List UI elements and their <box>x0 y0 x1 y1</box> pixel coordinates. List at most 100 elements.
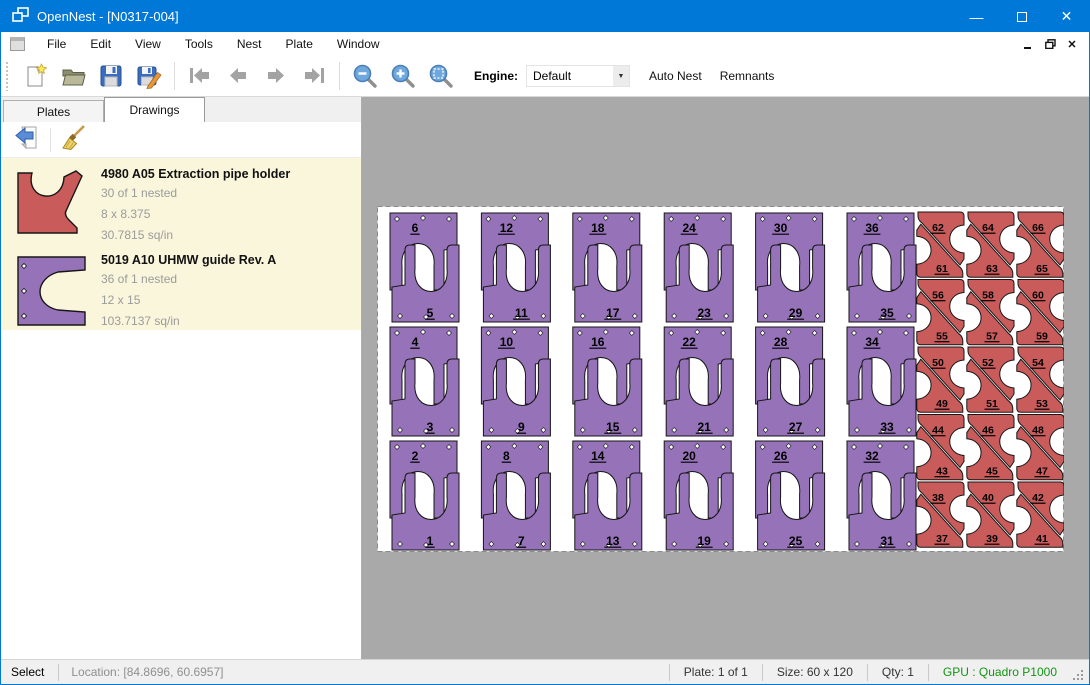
minimize-button[interactable]: — <box>954 1 999 32</box>
svg-text:28: 28 <box>774 335 788 349</box>
drawing-title: 4980 A05 Extraction pipe holder <box>101 165 290 183</box>
child-restore-icon[interactable] <box>1039 34 1061 54</box>
svg-text:11: 11 <box>515 306 528 320</box>
svg-text:55: 55 <box>936 331 948 343</box>
svg-text:52: 52 <box>982 357 994 369</box>
drawings-panel-toolbar <box>1 122 361 158</box>
app-window: OpenNest - [N0317-004] — ✕ File Edit Vie… <box>0 0 1090 685</box>
svg-text:42: 42 <box>1032 492 1044 504</box>
open-file-icon[interactable] <box>54 59 92 93</box>
plate[interactable]: 6512111817242330293635431091615222128273… <box>377 206 1064 552</box>
document-window-icon[interactable] <box>10 37 25 51</box>
svg-text:24: 24 <box>683 221 697 235</box>
menu-view[interactable]: View <box>123 33 173 55</box>
gpu-indicator: GPU : Quadro P1000 <box>929 665 1071 679</box>
app-icon <box>12 7 29 27</box>
auto-nest-button[interactable]: Auto Nest <box>640 63 711 89</box>
drawing-size: 8 x 8.375 <box>101 204 290 225</box>
first-plate-icon[interactable] <box>181 59 219 93</box>
plate-count: Plate: 1 of 1 <box>670 665 762 679</box>
chevron-down-icon[interactable]: ▼ <box>613 66 629 86</box>
save-as-icon[interactable] <box>130 59 168 93</box>
svg-text:62: 62 <box>932 222 944 234</box>
svg-text:46: 46 <box>982 425 994 437</box>
svg-text:57: 57 <box>986 331 998 343</box>
menu-nest[interactable]: Nest <box>225 33 274 55</box>
cursor-location: Location: [84.8696, 60.6957] <box>59 665 668 679</box>
tab-drawings[interactable]: Drawings <box>104 97 205 122</box>
svg-text:5: 5 <box>427 306 434 320</box>
svg-text:65: 65 <box>1036 263 1048 275</box>
svg-text:7: 7 <box>518 534 525 548</box>
svg-text:34: 34 <box>865 335 879 349</box>
svg-text:47: 47 <box>1036 466 1048 478</box>
svg-text:58: 58 <box>982 290 994 302</box>
svg-text:37: 37 <box>936 533 948 545</box>
svg-text:61: 61 <box>936 263 948 275</box>
nest-canvas[interactable]: 6512111817242330293635431091615222128273… <box>362 97 1089 660</box>
svg-text:35: 35 <box>880 306 894 320</box>
save-icon[interactable] <box>92 59 130 93</box>
svg-text:32: 32 <box>865 449 879 463</box>
svg-text:40: 40 <box>982 492 994 504</box>
new-file-icon[interactable] <box>16 59 54 93</box>
drawing-item-4980[interactable]: 4980 A05 Extraction pipe holder 30 of 1 … <box>1 158 361 244</box>
previous-plate-icon[interactable] <box>219 59 257 93</box>
svg-text:60: 60 <box>1032 290 1044 302</box>
svg-text:41: 41 <box>1036 533 1048 545</box>
sidebar: Plates Drawings <box>1 97 362 660</box>
drawing-item-5019[interactable]: 5019 A10 UHMW guide Rev. A 36 of 1 neste… <box>1 244 361 330</box>
svg-text:59: 59 <box>1036 331 1048 343</box>
menu-bar: File Edit View Tools Nest Plate Window ✕ <box>1 32 1089 56</box>
zoom-out-icon[interactable] <box>346 59 384 93</box>
child-close-icon[interactable]: ✕ <box>1061 34 1083 54</box>
svg-text:16: 16 <box>591 335 605 349</box>
maximize-button[interactable] <box>999 1 1044 32</box>
close-button[interactable]: ✕ <box>1044 1 1089 32</box>
svg-text:26: 26 <box>774 449 788 463</box>
menu-plate[interactable]: Plate <box>274 33 325 55</box>
svg-text:23: 23 <box>698 306 712 320</box>
toolbar-grip[interactable] <box>5 61 10 91</box>
resize-grip[interactable] <box>1071 668 1087 684</box>
last-plate-icon[interactable] <box>295 59 333 93</box>
svg-text:13: 13 <box>606 534 620 548</box>
svg-text:1: 1 <box>427 534 434 548</box>
clean-broom-icon[interactable] <box>60 124 88 156</box>
svg-text:30: 30 <box>774 221 788 235</box>
plate-size: Size: 60 x 120 <box>763 665 867 679</box>
back-arrow-icon[interactable] <box>13 124 41 156</box>
svg-text:66: 66 <box>1032 222 1044 234</box>
svg-text:53: 53 <box>1036 398 1048 410</box>
drawing-area: 103.7137 sq/in <box>101 311 276 332</box>
remnants-button[interactable]: Remnants <box>711 63 784 89</box>
main-toolbar: Engine: Default ▼ Auto Nest Remnants <box>1 56 1089 97</box>
menu-tools[interactable]: Tools <box>173 33 225 55</box>
svg-text:10: 10 <box>500 335 514 349</box>
svg-text:4: 4 <box>412 335 419 349</box>
mode-indicator: Select <box>1 665 58 679</box>
svg-text:36: 36 <box>865 221 879 235</box>
svg-text:27: 27 <box>789 420 803 434</box>
svg-text:18: 18 <box>591 221 605 235</box>
child-minimize-icon[interactable] <box>1017 34 1039 54</box>
menu-window[interactable]: Window <box>325 33 392 55</box>
menu-file[interactable]: File <box>35 33 78 55</box>
menu-edit[interactable]: Edit <box>78 33 123 55</box>
drawing-thumbnail-purple <box>1 244 101 330</box>
title-bar: OpenNest - [N0317-004] — ✕ <box>1 1 1089 32</box>
zoom-in-icon[interactable] <box>384 59 422 93</box>
svg-text:22: 22 <box>683 335 697 349</box>
next-plate-icon[interactable] <box>257 59 295 93</box>
plate-qty: Qty: 1 <box>868 665 928 679</box>
zoom-fit-icon[interactable] <box>422 59 460 93</box>
tab-plates[interactable]: Plates <box>3 100 104 122</box>
engine-combobox[interactable]: Default ▼ <box>526 65 630 87</box>
svg-text:50: 50 <box>932 357 944 369</box>
svg-text:56: 56 <box>932 290 944 302</box>
drawing-thumbnail-red <box>1 158 101 244</box>
svg-text:17: 17 <box>606 306 620 320</box>
svg-text:45: 45 <box>986 466 998 478</box>
svg-text:6: 6 <box>412 221 419 235</box>
drawing-size: 12 x 15 <box>101 290 276 311</box>
